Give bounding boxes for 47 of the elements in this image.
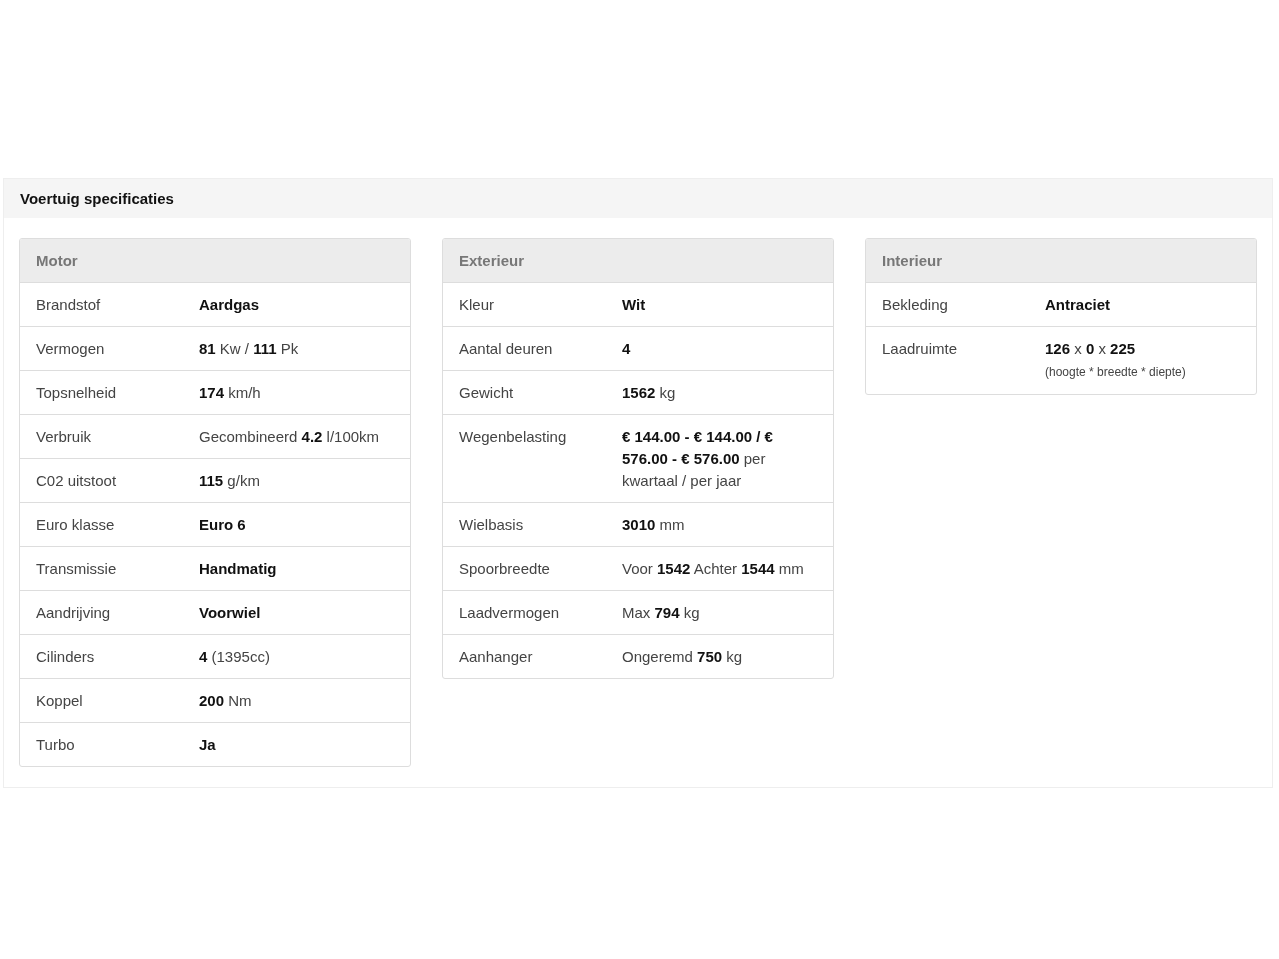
spec-value: 1562 kg <box>622 383 677 403</box>
spec-label: Brandstof <box>36 295 102 315</box>
spec-label: C02 uitstoot <box>36 471 118 491</box>
spec-value: 174 km/h <box>199 383 262 403</box>
spec-value: Max 794 kg <box>622 603 701 623</box>
spec-value: 4 (1395cc) <box>199 647 271 667</box>
spec-value: 126 x 0 x 225 <box>1045 339 1137 359</box>
spec-value: Antraciet <box>1045 295 1112 315</box>
panel-title: Voertuig specificaties <box>20 190 174 207</box>
spec-value: € 144.00 - € 144.00 / € 576.00 - € 576.00 per kwartaal / per jaar <box>622 427 774 491</box>
spec-label: Kleur <box>459 295 496 315</box>
spec-label: Laadvermogen <box>459 603 561 623</box>
spec-value: Euro 6 <box>199 515 247 535</box>
spec-label: Turbo <box>36 735 76 755</box>
spec-label: Wegenbelasting <box>459 427 568 447</box>
spec-label: Spoorbreedte <box>459 559 551 579</box>
spec-value: Wit <box>622 295 647 315</box>
spec-value: 200 Nm <box>199 691 253 711</box>
card-title: Exterieur <box>459 252 525 269</box>
spec-value: 4 <box>622 339 632 359</box>
card-title: Interieur <box>882 252 942 269</box>
spec-label: Aandrijving <box>36 603 112 623</box>
spec-label: Gewicht <box>459 383 515 403</box>
spec-label: Verbruik <box>36 427 93 447</box>
spec-value: Aardgas <box>199 295 261 315</box>
spec-label: Euro klasse <box>36 515 116 535</box>
spec-label: Laadruimte <box>882 339 959 359</box>
spec-label: Aanhanger <box>459 647 534 667</box>
spec-value: 81 Kw / 111 Pk <box>199 339 300 359</box>
spec-value: Gecombineerd 4.2 l/100km <box>199 427 381 447</box>
spec-note: (hoogte * breedte * diepte) <box>1045 364 1187 381</box>
spec-value: Ongeremd 750 kg <box>622 647 744 667</box>
spec-label: Transmissie <box>36 559 118 579</box>
spec-label: Koppel <box>36 691 84 711</box>
spec-label: Cilinders <box>36 647 96 667</box>
spec-value: 3010 mm <box>622 515 686 535</box>
spec-value: Voorwiel <box>199 603 262 623</box>
spec-label: Topsnelheid <box>36 383 118 403</box>
spec-label: Aantal deuren <box>459 339 554 359</box>
spec-label: Vermogen <box>36 339 106 359</box>
card-title: Motor <box>36 252 78 269</box>
spec-value: Ja <box>199 735 217 755</box>
spec-value: 115 g/km <box>199 471 261 491</box>
spec-value: Handmatig <box>199 559 278 579</box>
spec-value: Voor 1542 Achter 1544 mm <box>622 559 805 579</box>
spec-label: Wielbasis <box>459 515 525 535</box>
spec-label: Bekleding <box>882 295 949 315</box>
